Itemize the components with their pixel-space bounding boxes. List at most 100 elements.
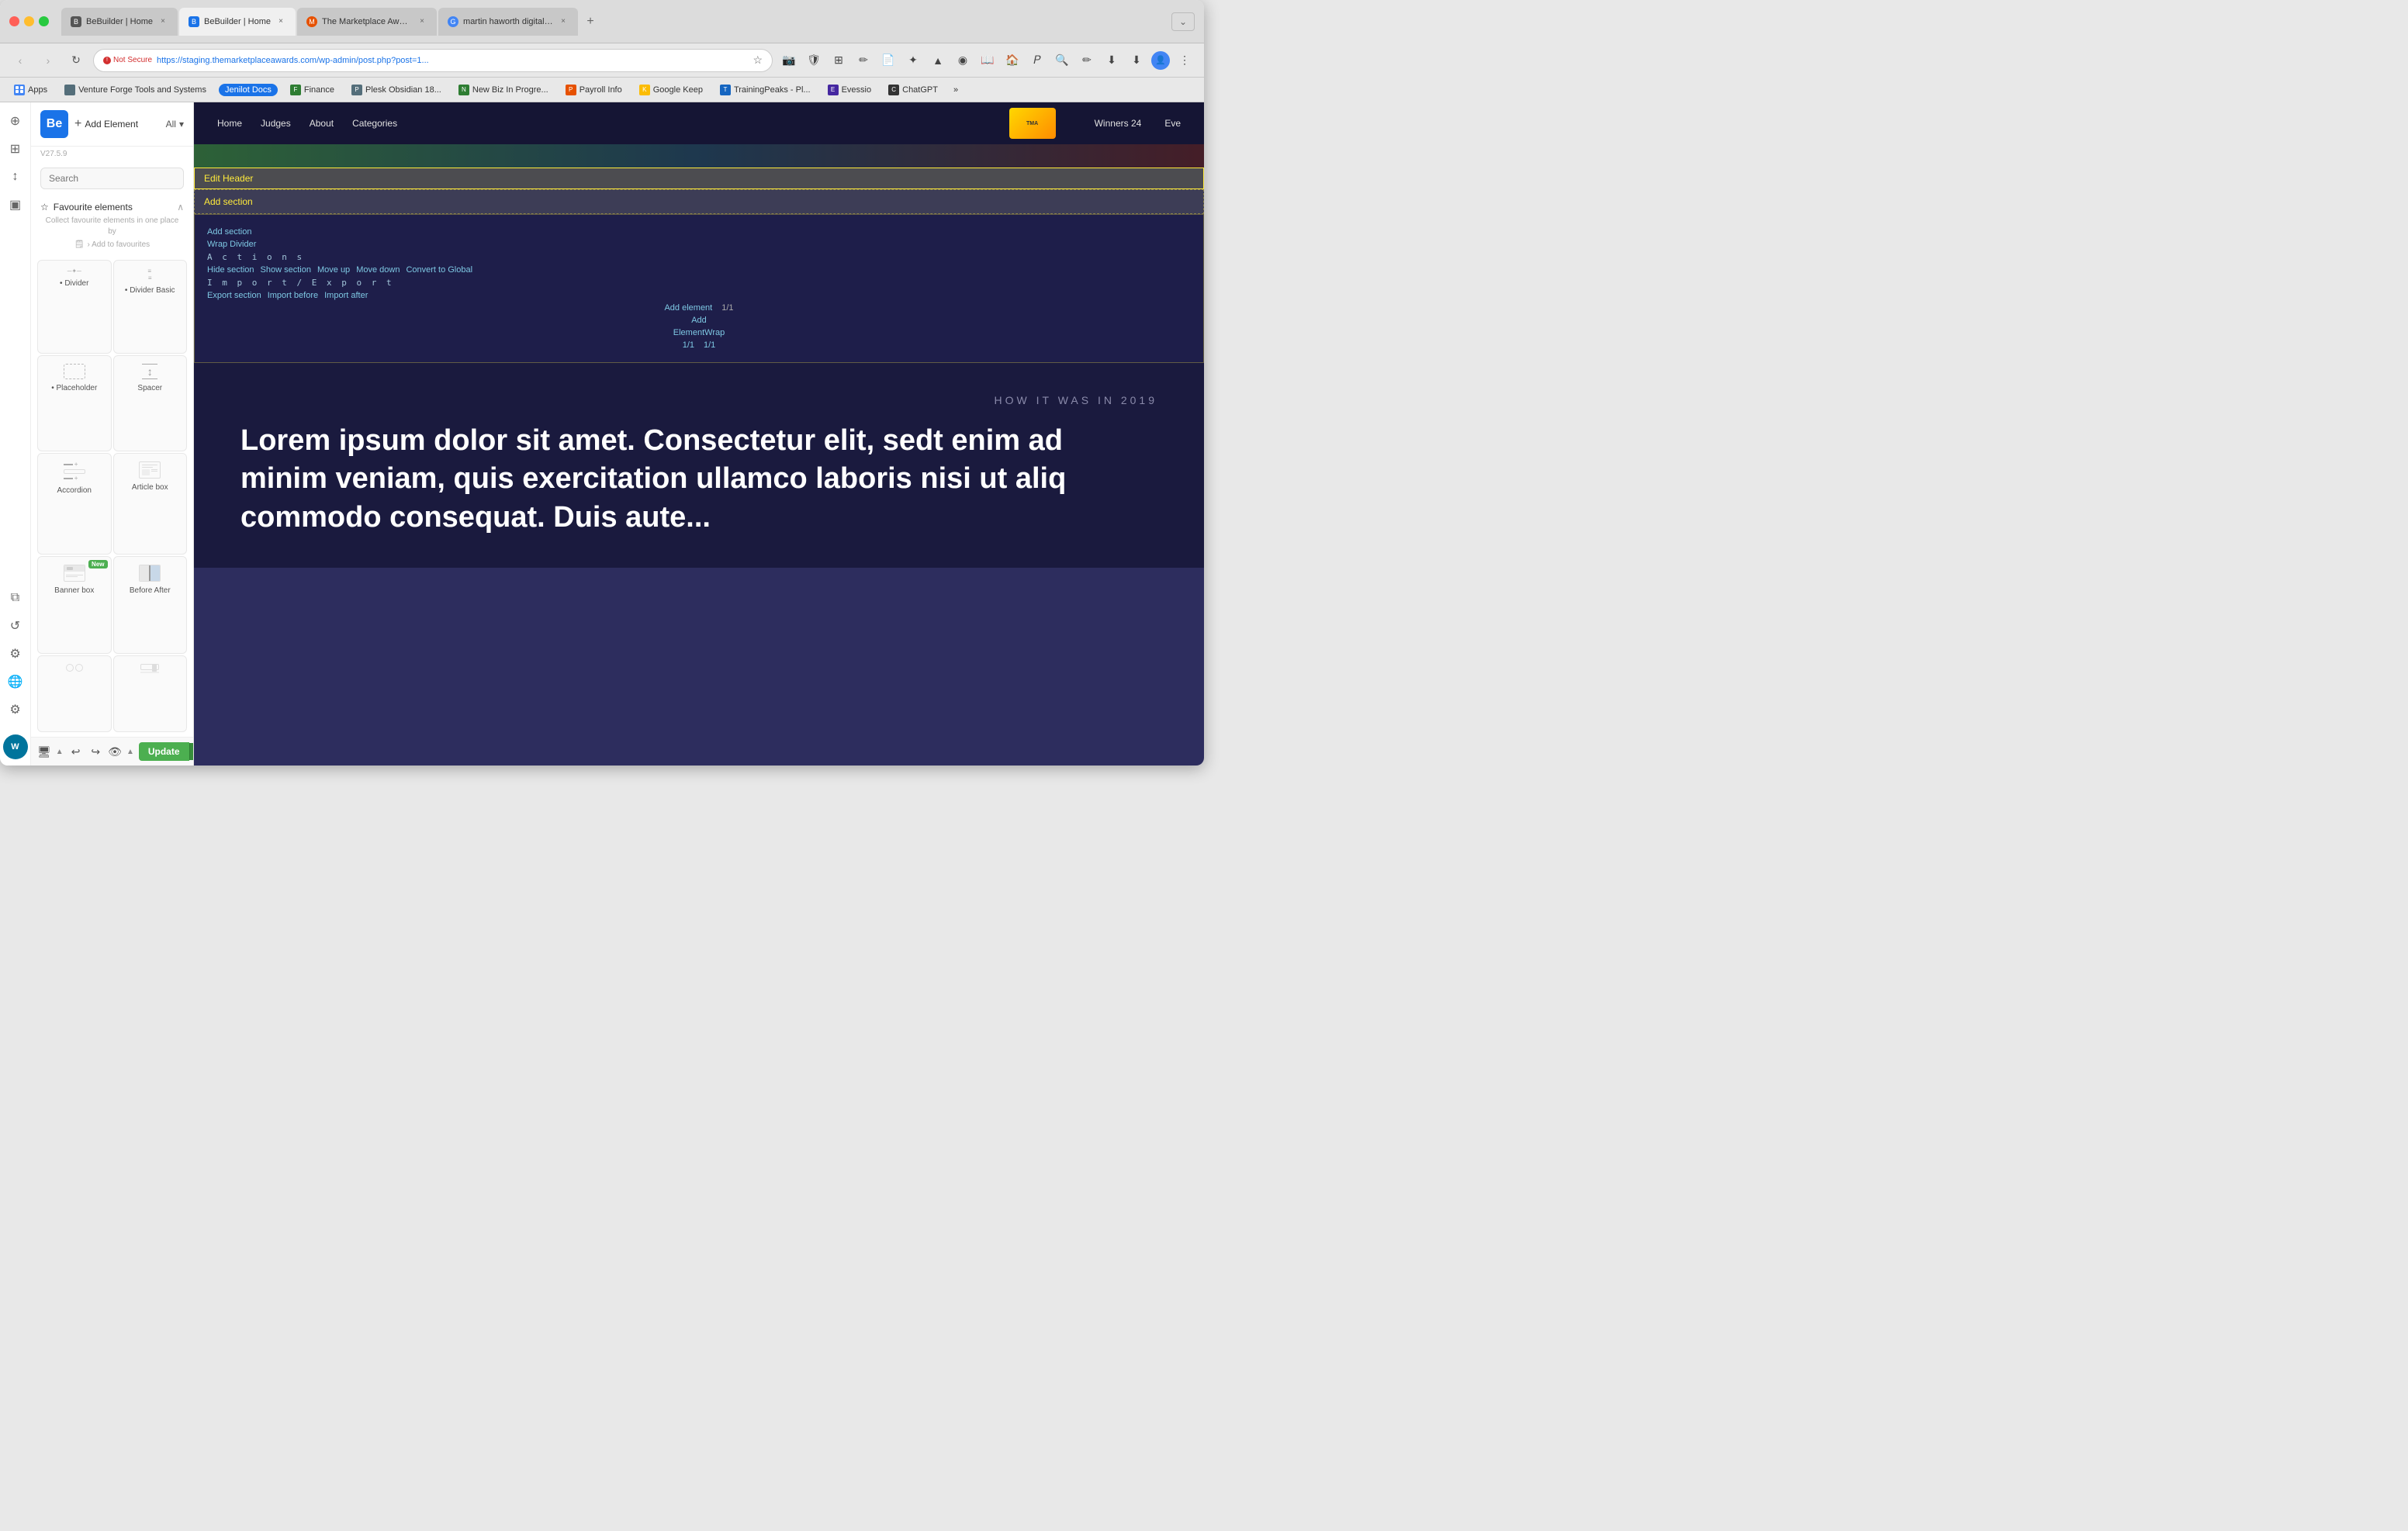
add-element-button[interactable]: + Add Element bbox=[74, 117, 160, 131]
tab-close-3[interactable]: × bbox=[417, 16, 427, 27]
element-spacer[interactable]: ↕ Spacer bbox=[113, 355, 188, 451]
strip-layout-icon[interactable]: ▣ bbox=[3, 192, 28, 217]
nav-judges[interactable]: Judges bbox=[261, 118, 291, 129]
screen-size-icon[interactable]: 🖥 bbox=[37, 745, 51, 759]
bookmark-jenilot-docs[interactable]: Jenilot Docs bbox=[219, 84, 278, 96]
bookmark-payroll[interactable]: P Payroll Info bbox=[561, 83, 627, 97]
update-button[interactable]: Update bbox=[139, 742, 189, 761]
element-accordion[interactable]: + + Accordion bbox=[37, 453, 112, 554]
more-icon[interactable]: ⋮ bbox=[1175, 50, 1195, 71]
nav-categories[interactable]: Categories bbox=[352, 118, 397, 129]
element-more-2[interactable] bbox=[113, 655, 188, 732]
wrap-divider-link[interactable]: Wrap Divider bbox=[207, 240, 256, 249]
search-input[interactable] bbox=[40, 168, 184, 189]
element-article-box[interactable]: Article box bbox=[113, 453, 188, 554]
back-button[interactable]: ‹ bbox=[9, 50, 31, 71]
preview-chevron-icon[interactable]: ▲ bbox=[126, 748, 134, 756]
strip-wp-icon[interactable]: W bbox=[3, 734, 28, 759]
export-section-link[interactable]: Export section bbox=[207, 291, 261, 300]
add-to-favourites-link[interactable]: 🗒 › Add to favourites bbox=[40, 240, 184, 249]
camera-icon[interactable]: 📷 bbox=[779, 50, 799, 71]
ext9-icon[interactable]: ⬇ bbox=[1126, 50, 1147, 71]
ext7-icon[interactable]: ✏ bbox=[1077, 50, 1097, 71]
undo-button[interactable]: ↩ bbox=[68, 744, 84, 760]
nav-home[interactable]: Home bbox=[217, 118, 242, 129]
element-divider-basic[interactable]: ≡ ≡ • Divider Basic bbox=[113, 260, 188, 354]
tab-bebuilder-2[interactable]: B BeBuilder | Home × bbox=[179, 8, 296, 36]
tab-google[interactable]: G martin haworth digital enterp... × bbox=[438, 8, 578, 36]
ext5-icon[interactable]: 𝑃 bbox=[1027, 50, 1047, 71]
element-placeholder[interactable]: • Placeholder bbox=[37, 355, 112, 451]
pdf-icon[interactable]: 📄 bbox=[878, 50, 898, 71]
add-section-button[interactable]: Add section bbox=[204, 196, 253, 207]
url-bar[interactable]: ! Not Secure https://staging.themarketpl… bbox=[93, 49, 773, 72]
bookmark-venture-forge[interactable]: Venture Forge Tools and Systems bbox=[60, 83, 211, 97]
ext4-icon[interactable]: 🏠 bbox=[1002, 50, 1022, 71]
move-down-link[interactable]: Move down bbox=[356, 265, 400, 275]
collapse-icon[interactable]: ∧ bbox=[177, 202, 184, 213]
ext2-icon[interactable]: ◉ bbox=[953, 50, 973, 71]
close-traffic-light[interactable] bbox=[9, 16, 19, 26]
nav-about[interactable]: About bbox=[310, 118, 334, 129]
edit-header-button[interactable]: Edit Header bbox=[204, 173, 253, 184]
strip-globe-icon[interactable]: 🌐 bbox=[3, 669, 28, 694]
element-before-after[interactable]: Before After bbox=[113, 556, 188, 654]
edit-pen-icon[interactable]: ✏ bbox=[853, 50, 874, 71]
bookmark-chatgpt[interactable]: C ChatGPT bbox=[884, 83, 943, 97]
bookmark-plesk[interactable]: P Plesk Obsidian 18... bbox=[347, 83, 446, 97]
tab-close-2[interactable]: × bbox=[275, 16, 286, 27]
new-tab-button[interactable]: + bbox=[580, 11, 601, 33]
bookmark-new-biz[interactable]: N New Biz In Progre... bbox=[454, 83, 553, 97]
minimize-traffic-light[interactable] bbox=[24, 16, 34, 26]
convert-global-link[interactable]: Convert to Global bbox=[406, 265, 472, 275]
strip-settings-icon[interactable]: ⚙ bbox=[3, 697, 28, 722]
ext6-icon[interactable]: 🔍 bbox=[1052, 50, 1072, 71]
bookmark-star-icon[interactable]: ☆ bbox=[752, 54, 763, 67]
add-section-link[interactable]: Add section bbox=[207, 227, 251, 237]
bookmark-apps[interactable]: Apps bbox=[9, 83, 52, 97]
all-filter-button[interactable]: All ▾ bbox=[166, 119, 184, 130]
redo-button[interactable]: ↪ bbox=[88, 744, 103, 760]
element-wrap-link[interactable]: ElementWrap bbox=[673, 328, 725, 337]
import-after-link[interactable]: Import after bbox=[324, 291, 368, 300]
ext3-icon[interactable]: 📖 bbox=[977, 50, 998, 71]
bookmark-finance[interactable]: F Finance bbox=[285, 83, 339, 97]
tab-bebuilder-1[interactable]: B BeBuilder | Home × bbox=[61, 8, 178, 36]
maximize-traffic-light[interactable] bbox=[39, 16, 49, 26]
strip-add-icon[interactable]: ⊕ bbox=[3, 109, 28, 133]
bookmark-trainingpeaks[interactable]: T TrainingPeaks - Pl... bbox=[715, 83, 815, 97]
forward-button[interactable]: › bbox=[37, 50, 59, 71]
shield-icon[interactable]: 🛡 bbox=[804, 50, 824, 71]
move-up-link[interactable]: Move up bbox=[317, 265, 350, 275]
nav-winners[interactable]: Winners 24 bbox=[1095, 118, 1142, 129]
show-section-link[interactable]: Show section bbox=[261, 265, 311, 275]
preview-eye-icon[interactable]: 👁 bbox=[108, 745, 122, 759]
element-divider[interactable]: ─✦─ • Divider bbox=[37, 260, 112, 354]
import-before-link[interactable]: Import before bbox=[268, 291, 318, 300]
refresh-button[interactable]: ↻ bbox=[65, 50, 87, 71]
element-banner-box[interactable]: New Banner box bbox=[37, 556, 112, 654]
screen-chevron-icon[interactable]: ▲ bbox=[56, 748, 64, 756]
strip-sort-icon[interactable]: ↕ bbox=[3, 164, 28, 189]
spark-icon[interactable]: ✦ bbox=[903, 50, 923, 71]
ext8-icon[interactable]: ⬇ bbox=[1102, 50, 1122, 71]
strip-grid-icon[interactable]: ⊞ bbox=[3, 137, 28, 161]
add-element-link[interactable]: Add element bbox=[664, 303, 712, 313]
tab-marketplace[interactable]: M The Marketplace Awards × bbox=[297, 8, 437, 36]
ext1-icon[interactable]: ▲ bbox=[928, 50, 948, 71]
element-more-1[interactable] bbox=[37, 655, 112, 732]
strip-history-icon[interactable]: ↺ bbox=[3, 613, 28, 638]
nav-eve[interactable]: Eve bbox=[1164, 118, 1181, 129]
grid-apps-icon[interactable]: ⊞ bbox=[829, 50, 849, 71]
bookmark-evessio[interactable]: E Evessio bbox=[823, 83, 877, 97]
hide-section-link[interactable]: Hide section bbox=[207, 265, 254, 275]
tab-close-4[interactable]: × bbox=[558, 16, 569, 27]
profile-icon[interactable]: 👤 bbox=[1151, 51, 1170, 70]
strip-layers-icon[interactable]: ⧉ bbox=[3, 586, 28, 610]
add-link[interactable]: Add bbox=[691, 316, 707, 325]
bookmark-more-button[interactable]: » bbox=[950, 84, 961, 96]
strip-filter-icon[interactable]: ⚙ bbox=[3, 641, 28, 666]
bookmark-google-keep[interactable]: K Google Keep bbox=[635, 83, 708, 97]
tab-list-button[interactable]: ⌄ bbox=[1171, 12, 1195, 31]
tab-close-1[interactable]: × bbox=[157, 16, 168, 27]
